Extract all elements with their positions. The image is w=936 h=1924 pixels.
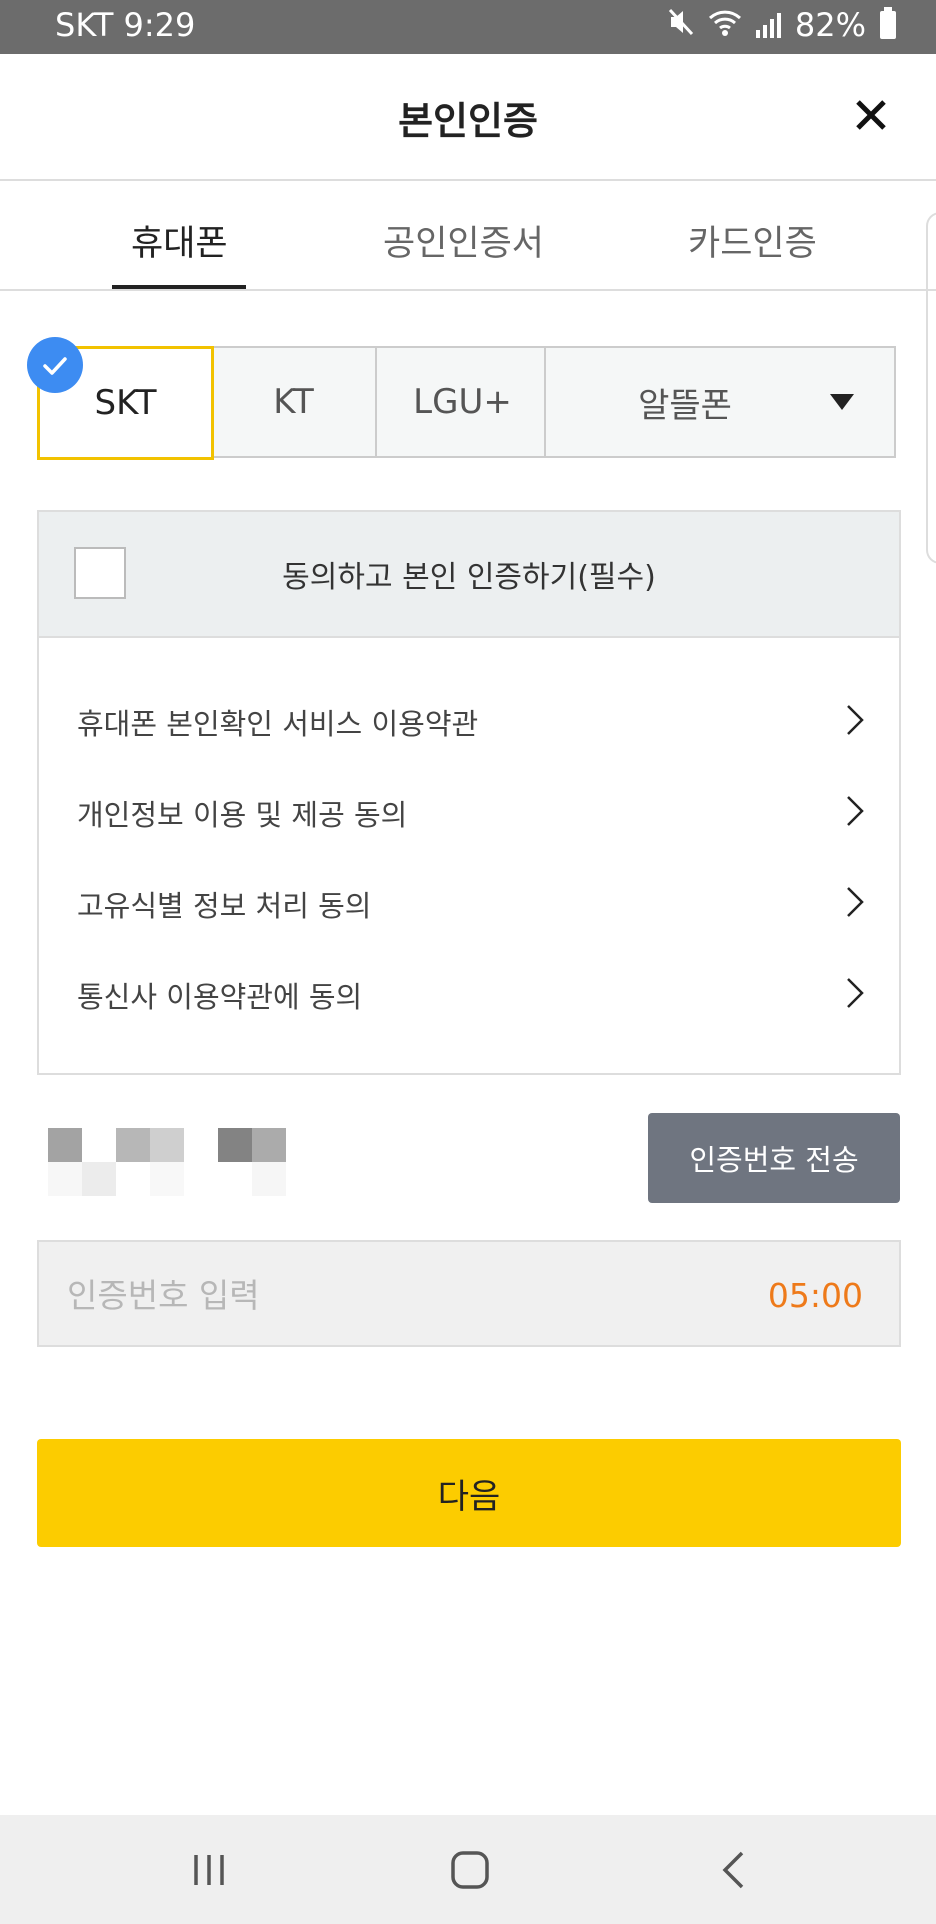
auth-method-tabs: 휴대폰 공인인증서 카드인증 bbox=[0, 181, 936, 291]
close-button[interactable] bbox=[846, 90, 896, 140]
agreement-box: 동의하고 본인 인증하기(필수) 휴대폰 본인확인 서비스 이용약관 개인정보 … bbox=[37, 510, 901, 1075]
tab-certificate[interactable]: 공인인증서 bbox=[383, 215, 544, 266]
home-button[interactable] bbox=[445, 1845, 495, 1895]
page-title: 본인인증 bbox=[398, 99, 538, 143]
carrier-kt[interactable]: KT bbox=[206, 346, 381, 458]
close-icon bbox=[856, 100, 886, 130]
term-item-unique-id[interactable]: 고유식별 정보 처리 동의 bbox=[77, 871, 869, 931]
agree-all-row[interactable]: 동의하고 본인 인증하기(필수) bbox=[39, 512, 899, 638]
term-item-service[interactable]: 휴대폰 본인확인 서비스 이용약관 bbox=[77, 689, 869, 749]
chevron-right-icon bbox=[847, 705, 864, 735]
next-button[interactable]: 다음 bbox=[37, 1439, 901, 1547]
code-input[interactable] bbox=[65, 1266, 669, 1324]
tab-phone[interactable]: 휴대폰 bbox=[131, 215, 228, 266]
phone-number-redacted bbox=[48, 1128, 288, 1198]
active-tab-indicator bbox=[112, 285, 246, 289]
code-input-field: 05:00 bbox=[37, 1240, 901, 1347]
agree-all-label: 동의하고 본인 인증하기(필수) bbox=[282, 560, 656, 595]
battery-percent: 82% bbox=[794, 6, 866, 44]
chevron-right-icon bbox=[847, 978, 864, 1008]
carrier-mvno-label: 알뜰폰 bbox=[638, 385, 732, 426]
carrier-mvno-dropdown[interactable]: 알뜰폰 bbox=[544, 346, 896, 458]
send-code-button[interactable]: 인증번호 전송 bbox=[648, 1113, 900, 1203]
term-item-carrier[interactable]: 통신사 이용약관에 동의 bbox=[77, 962, 869, 1022]
countdown-timer: 05:00 bbox=[767, 1276, 863, 1315]
term-label: 고유식별 정보 처리 동의 bbox=[77, 889, 372, 923]
signal-icon bbox=[755, 12, 781, 38]
recent-apps-icon bbox=[194, 1855, 224, 1885]
carrier-selector: SKT KT LGU+ 알뜰폰 bbox=[37, 346, 896, 460]
home-icon bbox=[451, 1851, 489, 1889]
recent-apps-button[interactable] bbox=[184, 1845, 234, 1895]
term-item-privacy[interactable]: 개인정보 이용 및 제공 동의 bbox=[77, 780, 869, 840]
chevron-right-icon bbox=[847, 796, 864, 826]
term-label: 개인정보 이용 및 제공 동의 bbox=[77, 798, 408, 832]
carrier-lgu[interactable]: LGU+ bbox=[375, 346, 550, 458]
chevron-right-icon bbox=[847, 887, 864, 917]
tab-card[interactable]: 카드인증 bbox=[688, 215, 817, 266]
battery-icon bbox=[880, 7, 896, 39]
caret-down-icon bbox=[830, 394, 854, 410]
wifi-icon bbox=[708, 6, 742, 44]
back-icon bbox=[722, 1851, 744, 1889]
status-carrier-time: SKT 9:29 bbox=[55, 6, 196, 44]
header: 본인인증 bbox=[0, 54, 936, 181]
term-label: 통신사 이용약관에 동의 bbox=[77, 980, 363, 1014]
mute-icon bbox=[668, 6, 694, 44]
selected-check-icon bbox=[27, 337, 83, 393]
status-bar: SKT 9:29 82% bbox=[0, 0, 936, 54]
term-label: 휴대폰 본인확인 서비스 이용약관 bbox=[77, 707, 479, 741]
navigation-bar bbox=[0, 1815, 936, 1924]
back-button[interactable] bbox=[710, 1845, 760, 1895]
side-panel-handle[interactable] bbox=[926, 212, 936, 564]
status-icons: 82% bbox=[668, 6, 896, 44]
